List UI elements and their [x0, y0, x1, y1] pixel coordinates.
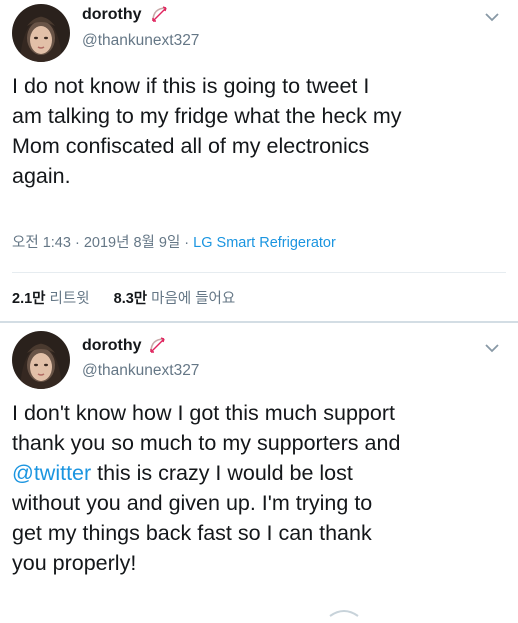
like-label[interactable]: 마음에 들어요	[151, 291, 235, 307]
mention-link[interactable]: @twitter	[12, 461, 91, 485]
chevron-down-icon[interactable]	[484, 341, 500, 353]
handle[interactable]: @thankunext327	[82, 32, 199, 50]
like-count[interactable]: 8.3만	[114, 291, 148, 307]
divider	[12, 272, 506, 273]
avatar[interactable]	[12, 331, 70, 389]
partial-graphic-icon	[326, 604, 362, 618]
retweet-count[interactable]: 2.1만	[12, 291, 46, 307]
tweet-stats: 2.1만 리트윗 8.3만 마음에 들어요	[12, 287, 235, 308]
chevron-down-icon[interactable]	[484, 10, 500, 22]
tweet-text: I do not know if this is going to tweet …	[12, 74, 402, 188]
tweet-meta: 오전 1:43 · 2019년 8월 9일 · LG Smart Refrige…	[12, 231, 336, 252]
handle[interactable]: @thankunext327	[82, 362, 199, 380]
avatar[interactable]	[12, 4, 70, 62]
source-link[interactable]: LG Smart Refrigerator	[193, 235, 336, 251]
tweet-1[interactable]: dorothy @thankunext327 I do not know if …	[0, 0, 518, 322]
tweet-text: I don't know how I got this much support…	[12, 398, 508, 578]
bow-and-arrow-icon	[150, 4, 172, 24]
tweet-2[interactable]: dorothy @thankunext327 I don't know how …	[0, 323, 518, 617]
bow-and-arrow-icon	[148, 335, 170, 355]
tweet-text-part: I don't know how I got this much support…	[12, 401, 401, 455]
timestamp[interactable]: 오전 1:43 · 2019년 8월 9일 ·	[12, 235, 193, 251]
display-name[interactable]: dorothy	[82, 337, 142, 355]
display-name[interactable]: dorothy	[82, 6, 142, 24]
retweet-label[interactable]: 리트윗	[50, 291, 90, 307]
